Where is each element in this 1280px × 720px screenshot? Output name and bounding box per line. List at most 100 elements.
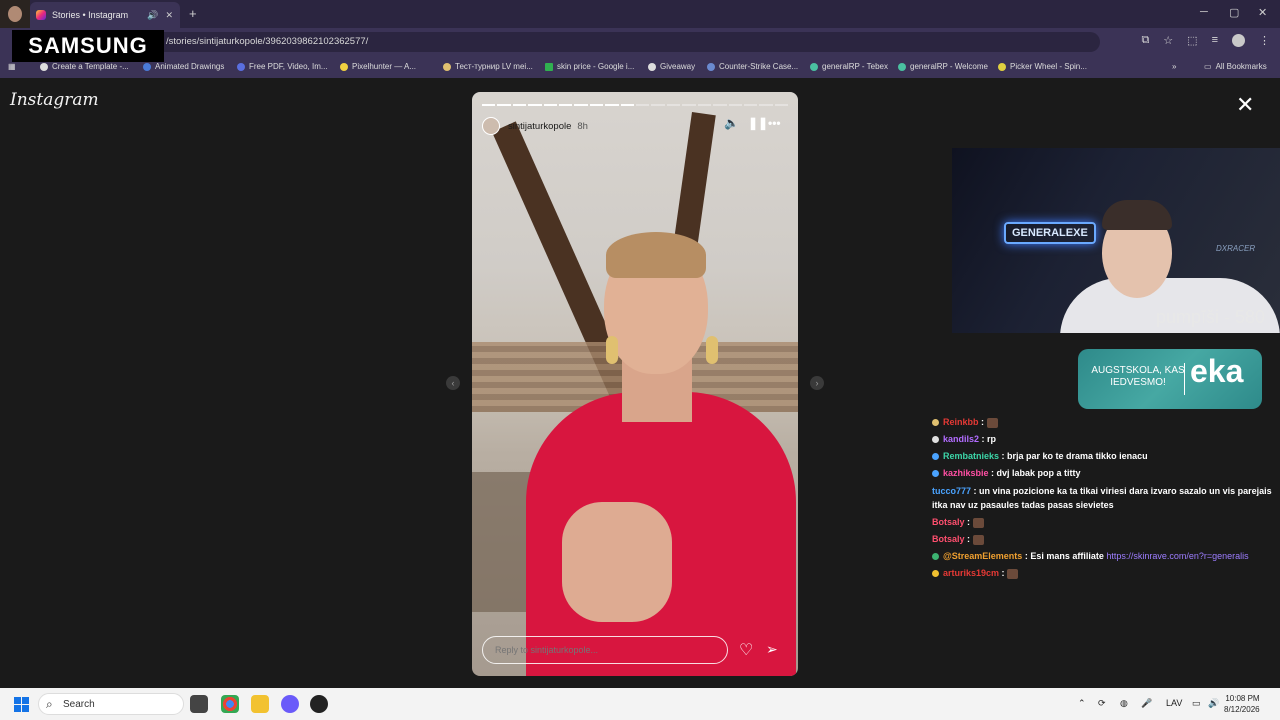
chat-separator: :	[988, 468, 997, 478]
bookmark-favicon-icon	[648, 62, 656, 71]
chat-badge-icon	[932, 419, 939, 427]
volume-icon[interactable]: 🔊	[1208, 698, 1219, 709]
next-story-icon[interactable]: ›	[810, 376, 824, 390]
story-progress-segment	[636, 104, 650, 106]
sponsor-tagline: AUGSTSKOLA, KAS IEDVESMO!	[1091, 365, 1185, 388]
bookmark-label: Pixelhunter — A...	[352, 62, 417, 71]
bookmark-5[interactable]: Тест-турнир LV mei...	[443, 62, 533, 71]
chat-username[interactable]: arturiks19cm	[943, 568, 999, 578]
story-progress-segment	[682, 104, 696, 106]
profile-icon[interactable]	[1232, 34, 1245, 47]
system-clock[interactable]: 10:08 PM 8/12/2026	[1224, 693, 1260, 715]
story-username[interactable]: sintijaturkopole	[508, 121, 571, 132]
bookmark-7[interactable]: Giveaway	[648, 62, 695, 71]
language-indicator[interactable]: LAV	[1166, 698, 1182, 708]
bookmark-favicon-icon	[810, 62, 818, 71]
hand	[562, 502, 672, 622]
bookmark-10[interactable]: generalRP - Welcome	[898, 62, 988, 71]
pause-icon[interactable]: ❚❚	[748, 116, 768, 130]
story-viewer[interactable]: sintijaturkopole 8h 🔈 ❚❚ •••	[472, 92, 798, 676]
media-controls-icon[interactable]: ≡	[1212, 34, 1218, 47]
reply-input[interactable]	[482, 636, 728, 664]
send-icon[interactable]: ➢	[766, 641, 778, 658]
chrome-icon[interactable]	[221, 695, 239, 713]
all-bookmarks[interactable]: ▭ All Bookmarks	[1204, 62, 1267, 71]
chat-username[interactable]: Reinkbb	[943, 417, 979, 427]
discord-icon[interactable]	[281, 695, 299, 713]
story-progress-bar	[482, 104, 789, 106]
taskbar-search[interactable]: ⌕ Search	[38, 693, 184, 715]
taskbar-search-label: Search	[63, 699, 95, 710]
story-progress-segment	[759, 104, 773, 106]
close-story-icon[interactable]: ✕	[1236, 94, 1254, 116]
previous-story-icon[interactable]: ‹	[446, 376, 460, 390]
bookmark-2[interactable]: Animated Drawings	[143, 62, 224, 71]
windows-start-icon[interactable]	[14, 697, 29, 712]
extensions-icon[interactable]: ⬚	[1187, 34, 1197, 47]
chat-username[interactable]: Rembatnieks	[943, 451, 999, 461]
url-path: /stories/sintijaturkopole/39620398621023…	[166, 36, 369, 47]
bookmark-1[interactable]: Create a Template -...	[40, 62, 129, 71]
display-icon[interactable]: ▭	[1192, 698, 1201, 709]
bookmark-8[interactable]: Counter-Strike Case...	[707, 62, 798, 71]
bookmark-9[interactable]: generalRP - Tebex	[810, 62, 888, 71]
tray-overflow-icon[interactable]: ⌃	[1078, 698, 1086, 709]
earring	[606, 336, 618, 364]
story-user-avatar[interactable]	[482, 117, 500, 135]
tab-close-icon[interactable]: ✕	[165, 10, 173, 21]
story-progress-segment	[666, 104, 681, 106]
minimize-icon[interactable]: ─	[1200, 6, 1208, 18]
chat-username[interactable]: Botsaly	[932, 517, 965, 527]
microphone-icon[interactable]: 🎤	[1141, 698, 1152, 709]
chat-username[interactable]: kandils2	[943, 434, 979, 444]
apps-grid-icon[interactable]: ▦	[8, 62, 16, 71]
bookmark-star-icon[interactable]: ☆	[1163, 34, 1173, 47]
bookmarks-overflow-icon[interactable]: »	[1172, 62, 1176, 71]
more-options-icon[interactable]: •••	[768, 116, 781, 130]
story-progress-segment	[528, 104, 542, 106]
bookmark-favicon-icon	[545, 62, 553, 71]
mute-icon[interactable]: 🔈	[724, 116, 739, 130]
tab-audio-icon[interactable]: 🔊	[147, 10, 158, 21]
chat-link[interactable]: https://skinrave.com/en?r=generalis	[1106, 551, 1248, 561]
bookmark-label: Counter-Strike Case...	[719, 62, 799, 71]
story-progress-segment	[743, 104, 758, 106]
chat-username[interactable]: Botsaly	[932, 534, 965, 544]
chat-username[interactable]: @StreamElements	[943, 551, 1022, 561]
chat-separator: :	[964, 517, 973, 527]
url-field[interactable]: /stories/sintijaturkopole/39620398621023…	[100, 32, 1100, 52]
bookmark-3[interactable]: Free PDF, Video, Im...	[237, 62, 328, 71]
chat-separator: :	[964, 534, 973, 544]
chat-separator: :	[971, 486, 980, 496]
taskview-icon[interactable]	[190, 695, 208, 713]
tab-instagram-stories[interactable]: Stories • Instagram 🔊 ✕	[30, 2, 180, 28]
install-app-icon[interactable]: ⧉	[1141, 34, 1149, 47]
instagram-logo[interactable]: Instagram	[10, 90, 99, 110]
chat-badge-icon	[932, 553, 939, 561]
tray-app-icon[interactable]: ◍	[1120, 698, 1128, 709]
window-close-icon[interactable]: ✕	[1258, 6, 1267, 19]
sub-counter: pumpīši - 580	[1156, 307, 1266, 327]
file-explorer-icon[interactable]	[251, 695, 269, 713]
chat-username[interactable]: kazhiksbie	[943, 468, 989, 478]
like-heart-icon[interactable]: ♡	[739, 640, 753, 660]
bookmark-6[interactable]: skin price - Google i...	[545, 62, 634, 71]
chat-text: rp	[987, 434, 997, 444]
maximize-icon[interactable]: ▢	[1229, 6, 1239, 19]
bookmark-4[interactable]: Pixelhunter — A...	[340, 62, 416, 71]
new-tab-icon[interactable]: +	[189, 6, 197, 21]
bookmark-favicon-icon	[40, 62, 48, 71]
bookmark-label: Create a Template -...	[52, 62, 129, 71]
sponsor-banner: AUGSTSKOLA, KAS IEDVESMO! eka	[1078, 349, 1262, 409]
chat-username[interactable]: tucco777	[932, 486, 971, 496]
tab-title: Stories • Instagram	[52, 10, 129, 20]
address-bar-row: /stories/sintijaturkopole/39620398621023…	[0, 28, 1280, 56]
obs-icon[interactable]	[310, 695, 328, 713]
bookmark-11[interactable]: Picker Wheel - Spin...	[998, 62, 1087, 71]
chat-badge-icon	[932, 570, 939, 578]
bookmark-favicon-icon	[237, 62, 245, 71]
tray-app-icon[interactable]: ⟳	[1098, 698, 1106, 709]
streamer-hair	[1102, 200, 1172, 230]
story-progress-segment	[774, 104, 789, 106]
browser-menu-icon[interactable]: ⋮	[1259, 34, 1270, 47]
